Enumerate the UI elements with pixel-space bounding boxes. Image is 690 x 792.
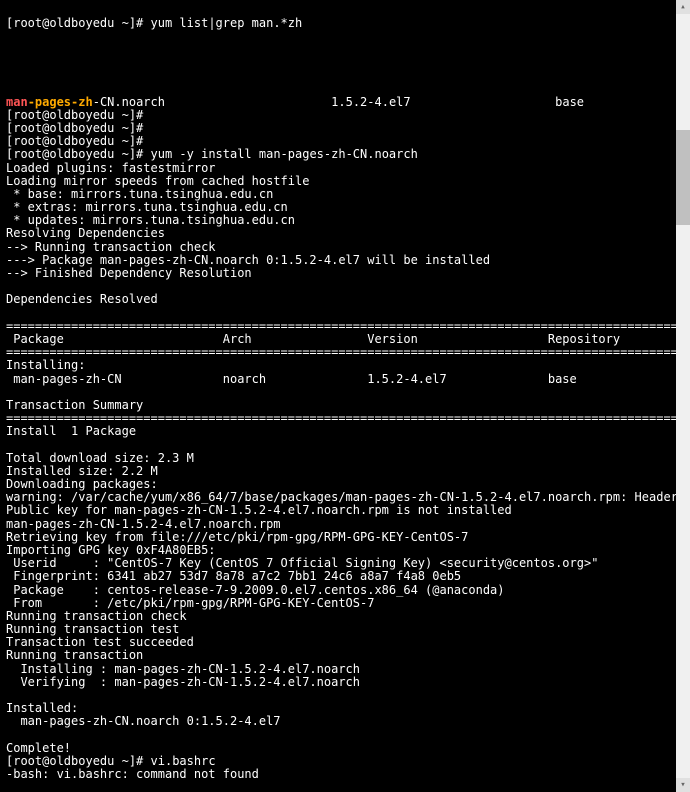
output-line: Dependencies Resolved [6,292,158,306]
prompt-empty: [root@oldboyedu ~]# [6,134,143,148]
output-line: Downloading packages: [6,477,158,491]
output-line: Running transaction test [6,622,179,636]
output-line: ---> Package man-pages-zh-CN.noarch 0:1.… [6,253,490,267]
prompt: [root@oldboyedu ~]# yum list|grep man.*z… [6,16,302,30]
output-line: * extras: mirrors.tuna.tsinghua.edu.cn [6,200,288,214]
prompt-install: [root@oldboyedu ~]# yum -y install man-p… [6,147,418,161]
output-line: Loading mirror speeds from cached hostfi… [6,174,309,188]
verify-step: Verifying : man-pages-zh-CN-1.5.2-4.el7.… [6,675,690,689]
output-line: Installing: [6,358,85,372]
prompt-empty: [root@oldboyedu ~]# [6,121,143,135]
output-line: Package : centos-release-7-9.2009.0.el7.… [6,583,505,597]
install-count: Install 1 Package [6,424,136,438]
divider: ========================================… [6,345,690,359]
divider: ========================================… [6,319,690,333]
output-line: Importing GPG key 0xF4A80EB5: [6,543,216,557]
output-line: * base: mirrors.tuna.tsinghua.edu.cn [6,187,273,201]
output-line: Running transaction [6,648,143,662]
output-line: * updates: mirrors.tuna.tsinghua.edu.cn [6,213,295,227]
table-row: man-pages-zh-CN noarch 1.5.2-4.el7 base … [6,372,690,386]
output-line: Transaction Summary [6,398,143,412]
output-line: --> Running transaction check [6,240,216,254]
terminal-output[interactable]: [root@oldboyedu ~]# yum list|grep man.*z… [0,0,690,785]
blank-space [6,30,684,82]
scroll-down-button[interactable]: ▾ [676,778,690,792]
download-progress: man-pages-zh-CN-1.5.2-4.el7.noarch.rpm |… [6,517,690,531]
output-line: Installed size: 2.2 M [6,464,158,478]
table-header: Package Arch Version Repository Size [6,332,690,346]
output-line: Loaded plugins: fastestmirror [6,161,216,175]
output-line: Retrieving key from file:///etc/pki/rpm-… [6,530,468,544]
prompt-vi: [root@oldboyedu ~]# vi.bashrc [6,754,216,768]
output-line: From : /etc/pki/rpm-gpg/RPM-GPG-KEY-Cent… [6,596,374,610]
scrollbar-track[interactable]: ▴ ▾ [676,0,690,792]
scrollbar-thumb[interactable] [676,130,690,225]
scroll-up-button[interactable]: ▴ [676,0,690,14]
output-line: Complete! [6,741,71,755]
output-line: warning: /var/cache/yum/x86_64/7/base/pa… [6,490,690,504]
install-step: Installing : man-pages-zh-CN-1.5.2-4.el7… [6,662,690,676]
prompt-empty: [root@oldboyedu ~]# [6,108,143,122]
grep-result-line: man-pages-zh-CN.noarch 1.5.2-4.el7 base [6,95,584,109]
output-line: Resolving Dependencies [6,226,165,240]
output-line: man-pages-zh-CN.noarch 0:1.5.2-4.el7 [6,714,281,728]
error-line: -bash: vi.bashrc: command not found [6,767,259,781]
output-line: Fingerprint: 6341 ab27 53d7 8a78 a7c2 7b… [6,569,461,583]
output-line: Running transaction check [6,609,187,623]
output-line: Total download size: 2.3 M [6,451,194,465]
divider: ========================================… [6,411,690,425]
output-line: Transaction test succeeded [6,635,194,649]
output-line: --> Finished Dependency Resolution [6,266,252,280]
output-line: Userid : "CentOS-7 Key (CentOS 7 Officia… [6,556,598,570]
output-line: Installed: [6,701,78,715]
output-line: Public key for man-pages-zh-CN-1.5.2-4.e… [6,503,512,517]
